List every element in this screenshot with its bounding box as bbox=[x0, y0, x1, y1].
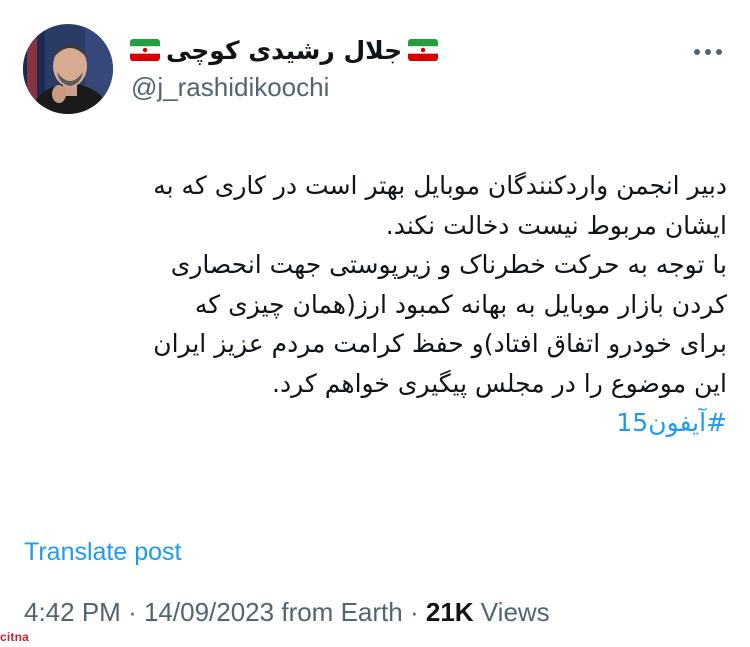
tweet-line: این موضوع را در مجلس پیگیری خواهم کرد. bbox=[272, 368, 727, 398]
tweet-meta: 4:42 PM · 14/09/2023 from Earth · 21K Vi… bbox=[24, 597, 550, 628]
tweet-line: با توجه به حرکت خطرناک و زیرپوستی جهت ان… bbox=[170, 250, 727, 279]
author-name-row[interactable]: جلال رشیدی کوچی bbox=[130, 32, 439, 68]
views-count[interactable]: 21K bbox=[426, 597, 474, 627]
tweet-line: برای خودرو اتفاق افتاد)و حفظ کرامت مردم … bbox=[153, 329, 727, 358]
tweet-text: دبیر انجمن واردکنندگان موبایل بهتر است د… bbox=[20, 166, 727, 443]
views-label: Views bbox=[480, 597, 550, 627]
iran-flag-icon bbox=[408, 39, 439, 61]
post-date[interactable]: 14/09/2023 bbox=[144, 597, 274, 627]
post-source: from Earth bbox=[281, 597, 403, 627]
author-handle[interactable]: @j_rashidikoochi bbox=[131, 72, 329, 103]
tweet-line: دبیر انجمن واردکنندگان موبایل بهتر است د… bbox=[153, 171, 727, 200]
citna-watermark: citna bbox=[0, 630, 30, 644]
avatar[interactable] bbox=[23, 24, 113, 114]
meta-separator: · bbox=[128, 597, 137, 627]
more-options-icon[interactable] bbox=[691, 38, 725, 66]
author-display-name[interactable]: جلال رشیدی کوچی bbox=[166, 36, 402, 65]
avatar-photo bbox=[23, 24, 113, 114]
meta-separator: · bbox=[409, 597, 419, 627]
hashtag-link[interactable]: #آیفون15 bbox=[20, 403, 727, 443]
iran-flag-icon bbox=[130, 39, 160, 61]
translate-post-link[interactable]: Translate post bbox=[24, 538, 181, 567]
tweet-line: کردن بازار موبایل به بهانه کمبود ارز(هما… bbox=[194, 289, 727, 319]
post-time[interactable]: 4:42 PM bbox=[24, 597, 121, 627]
tweet-line: ایشان مربوط نیست دخالت نکند. bbox=[385, 210, 727, 240]
